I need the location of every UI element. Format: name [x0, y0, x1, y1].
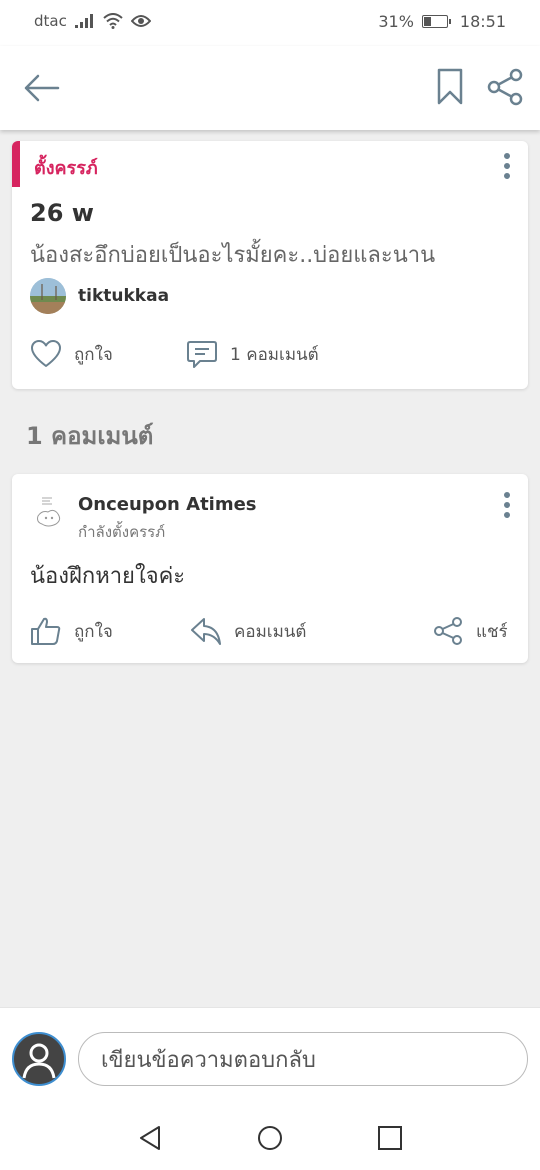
- my-avatar[interactable]: [12, 1032, 66, 1086]
- comment-text: น้องฝึกหายใจค่ะ: [30, 564, 186, 589]
- comment-more-options-icon[interactable]: [504, 492, 510, 518]
- comment-like-label: ถูกใจ: [74, 621, 113, 642]
- wifi-icon: [103, 13, 123, 29]
- avatar-photo-icon: [30, 278, 66, 314]
- comment-count-label: 1 คอมเมนต์: [230, 344, 319, 365]
- battery-icon: [421, 15, 451, 28]
- like-button[interactable]: ถูกใจ: [30, 339, 113, 369]
- commenter-name[interactable]: Onceupon Atimes: [78, 494, 257, 515]
- nav-back-icon[interactable]: [136, 1123, 166, 1153]
- user-icon: [22, 1043, 56, 1079]
- eye-icon: [130, 15, 151, 27]
- carrier-label: dtac: [34, 12, 67, 30]
- back-arrow-icon[interactable]: [22, 70, 62, 106]
- bookmark-icon[interactable]: [436, 68, 464, 106]
- app-bar: [0, 46, 540, 130]
- nav-recents-icon[interactable]: [375, 1123, 405, 1153]
- comment-count-button[interactable]: 1 คอมเมนต์: [186, 339, 319, 369]
- thumbs-up-icon: [31, 617, 61, 645]
- pregnancy-week: 26 w: [30, 199, 94, 227]
- reply-arrow-icon: [191, 618, 221, 645]
- commenter-status: กำลังตั้งครรภ์: [78, 523, 166, 541]
- reply-bar: เขียนข้อความตอบกลับ: [0, 1007, 540, 1107]
- status-bar: dtac 31% 18:51: [0, 0, 540, 46]
- comment-share-label: แชร์: [476, 621, 508, 642]
- system-nav-bar: [0, 1107, 540, 1170]
- clock: 18:51: [459, 12, 506, 31]
- battery-percent: 31%: [378, 12, 414, 31]
- question-text: น้องสะอึกบ่อยเป็นอะไรมั้ยคะ..บ่อยและนาน: [30, 243, 436, 268]
- heart-icon: [31, 340, 61, 367]
- reply-input[interactable]: เขียนข้อความตอบกลับ: [78, 1032, 528, 1086]
- like-label: ถูกใจ: [74, 344, 113, 365]
- share-icon[interactable]: [486, 68, 524, 106]
- comment-card: Onceupon Atimes กำลังตั้งครรภ์ น้องฝึกหา…: [12, 474, 528, 663]
- nav-home-icon[interactable]: [255, 1123, 285, 1153]
- comment-share-button[interactable]: แชร์: [432, 616, 508, 646]
- comment-like-button[interactable]: ถูกใจ: [30, 616, 113, 646]
- comments-heading: 1 คอมเมนต์: [26, 422, 154, 450]
- share-icon: [434, 617, 462, 645]
- comment-bubble-icon: [187, 341, 217, 368]
- reply-button[interactable]: คอมเมนต์: [190, 616, 306, 646]
- reply-label: คอมเมนต์: [234, 621, 307, 642]
- author-name[interactable]: tiktukkaa: [78, 286, 169, 306]
- commenter-avatar[interactable]: [34, 494, 64, 530]
- signal-icon: [74, 14, 93, 28]
- category-label[interactable]: ตั้งครรภ์: [34, 153, 98, 182]
- question-card: ตั้งครรภ์ 26 w น้องสะอึกบ่อยเป็นอะไรมั้ย…: [12, 141, 528, 389]
- author-avatar[interactable]: [30, 278, 66, 314]
- category-accent-bar: [12, 141, 20, 187]
- more-options-icon[interactable]: [504, 153, 510, 179]
